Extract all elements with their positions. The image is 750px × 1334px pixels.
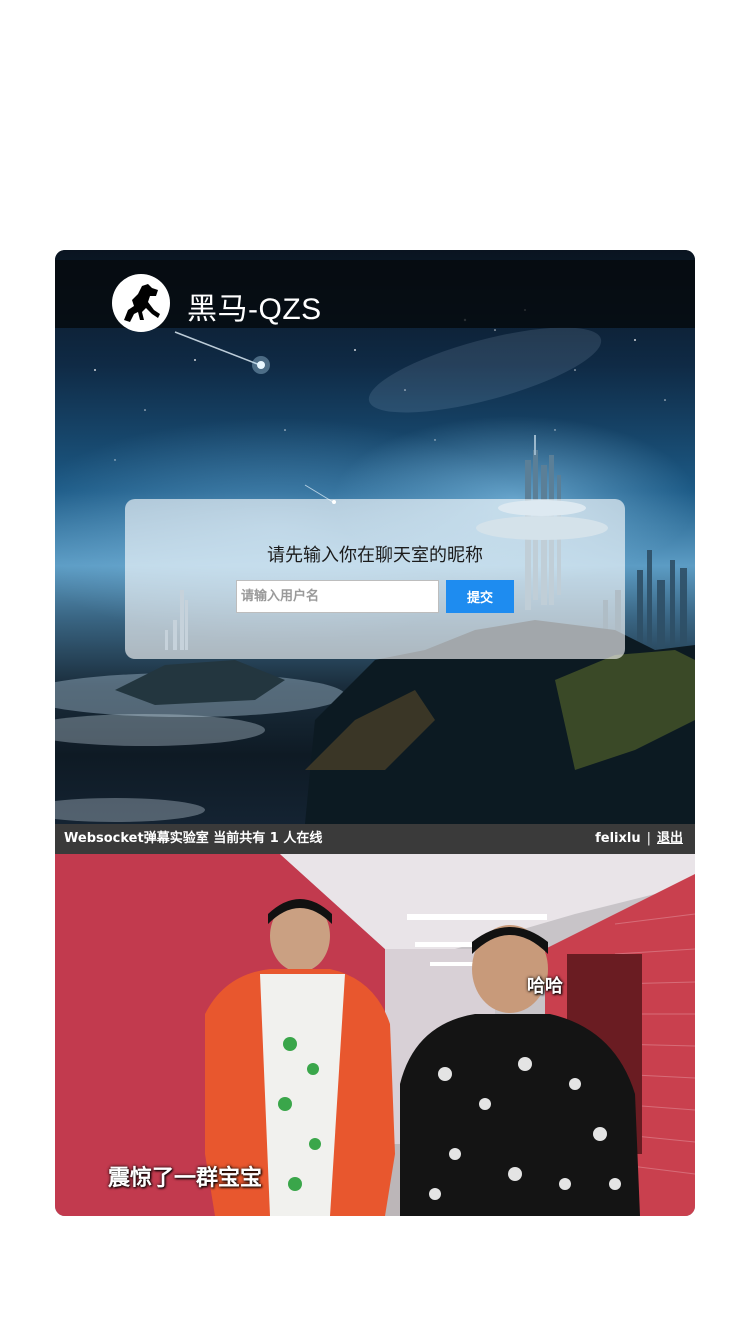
current-username: felixlu <box>595 831 641 846</box>
app-title: 黑马-QZS <box>187 293 322 326</box>
separator: | <box>646 831 651 846</box>
login-prompt: 请先输入你在聊天室的昵称 <box>267 545 483 566</box>
background-scene: 黑马-QZS 请先输入你在聊天室的昵称 提交 <box>55 250 695 824</box>
danmaku-message: 哈哈 <box>527 976 563 997</box>
submit-button[interactable]: 提交 <box>446 580 514 613</box>
video-player[interactable]: 哈哈 震惊了一群宝宝 <box>55 854 695 1216</box>
username-input[interactable] <box>236 580 439 613</box>
status-bar: Websocket弹幕实验室 当前共有 1 人在线 felixlu | 退出 <box>55 824 695 854</box>
chat-room-card: 黑马-QZS 请先输入你在聊天室的昵称 提交 Websocket弹幕实验室 当前… <box>55 250 695 1216</box>
danmaku-message: 震惊了一群宝宝 <box>108 1166 263 1191</box>
room-online-info: Websocket弹幕实验室 当前共有 1 人在线 <box>64 831 323 846</box>
logout-link[interactable]: 退出 <box>657 831 683 846</box>
horse-logo-icon[interactable] <box>112 274 170 332</box>
horse-silhouette <box>124 284 160 322</box>
user-area: felixlu | 退出 <box>595 824 683 854</box>
nickname-login-panel: 请先输入你在聊天室的昵称 提交 <box>125 499 625 659</box>
app-header: 黑马-QZS <box>55 260 695 332</box>
